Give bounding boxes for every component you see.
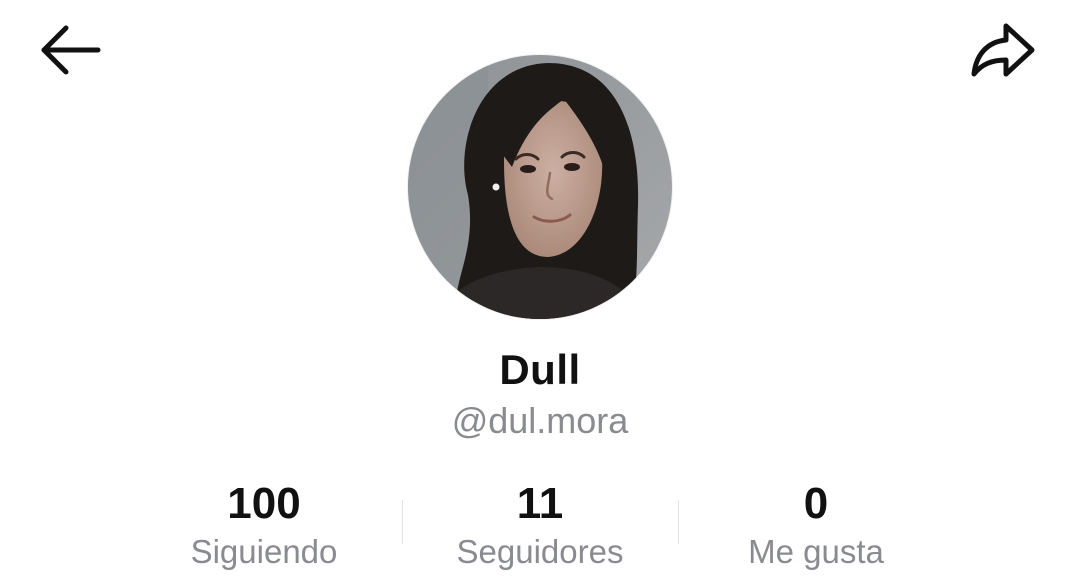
- arrow-left-icon: [41, 25, 101, 75]
- stat-followers[interactable]: 11 Seguidores: [402, 478, 678, 578]
- profile-photo: [408, 55, 672, 319]
- stat-following[interactable]: 100 Siguiendo: [126, 478, 402, 578]
- share-button[interactable]: [962, 14, 1042, 86]
- stat-value: 0: [803, 479, 829, 528]
- stat-value: 100: [227, 479, 301, 528]
- stat-likes[interactable]: 0 Me gusta: [678, 478, 954, 578]
- stat-label: Seguidores: [456, 533, 624, 570]
- display-name: Dull: [499, 346, 581, 393]
- stat-value: 11: [516, 479, 564, 528]
- share-arrow-icon: [971, 23, 1035, 77]
- stat-label: Siguiendo: [190, 533, 338, 570]
- avatar[interactable]: [408, 55, 672, 319]
- back-button[interactable]: [32, 16, 108, 84]
- username: @dul.mora: [451, 400, 629, 441]
- profile-stats: 100 Siguiendo 11 Seguidores 0 Me gusta: [126, 478, 954, 578]
- stat-label: Me gusta: [748, 533, 884, 570]
